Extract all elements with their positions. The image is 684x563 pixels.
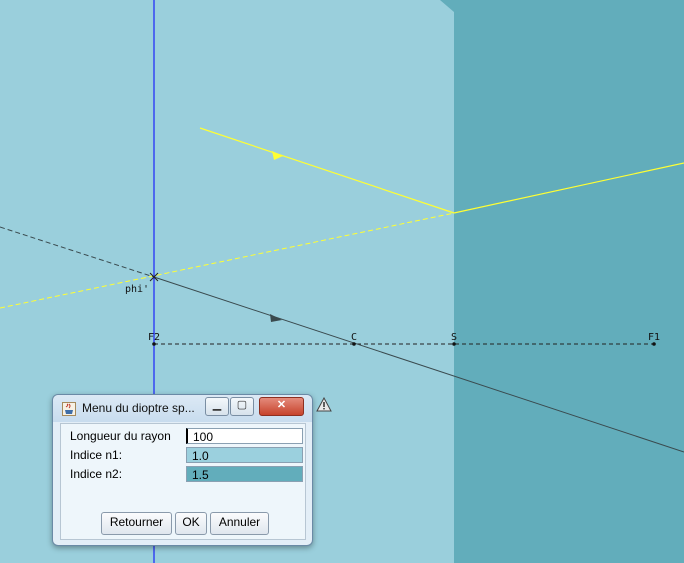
label-f1: F1 bbox=[648, 332, 660, 343]
index-n2-input[interactable]: 1.5 bbox=[186, 466, 303, 482]
dioptre-menu-dialog[interactable]: Menu du dioptre sp... ▁ ▢ ✕ Longueur du … bbox=[52, 394, 313, 546]
java-cup-icon bbox=[62, 402, 76, 416]
ok-button[interactable]: OK bbox=[175, 512, 207, 535]
cancel-button[interactable]: Annuler bbox=[210, 512, 269, 535]
back-button[interactable]: Retourner bbox=[101, 512, 172, 535]
warning-icon bbox=[316, 397, 332, 412]
maximize-icon: ▢ bbox=[236, 399, 248, 411]
minimize-button[interactable]: ▁ bbox=[205, 397, 229, 416]
index-n2-label: Indice n2: bbox=[70, 467, 123, 481]
medium-n2-region bbox=[440, 0, 684, 563]
label-c: C bbox=[351, 332, 357, 343]
minimize-icon: ▁ bbox=[212, 399, 222, 411]
index-n1-input[interactable]: 1.0 bbox=[186, 447, 303, 463]
maximize-button[interactable]: ▢ bbox=[230, 397, 254, 416]
close-button[interactable]: ✕ bbox=[259, 397, 304, 416]
dialog-content: Longueur du rayon 100 Indice n1: 1.0 Ind… bbox=[60, 423, 306, 540]
radius-length-input[interactable]: 100 bbox=[186, 428, 303, 444]
dialog-title: Menu du dioptre sp... bbox=[82, 401, 195, 415]
close-icon: ✕ bbox=[276, 399, 287, 411]
label-s: S bbox=[451, 332, 457, 343]
label-f2: F2 bbox=[148, 332, 160, 343]
radius-length-label: Longueur du rayon bbox=[70, 429, 171, 443]
phi-label: phi' bbox=[125, 284, 149, 295]
index-n1-label: Indice n1: bbox=[70, 448, 123, 462]
dialog-titlebar[interactable]: Menu du dioptre sp... ▁ ▢ ✕ bbox=[53, 395, 312, 422]
